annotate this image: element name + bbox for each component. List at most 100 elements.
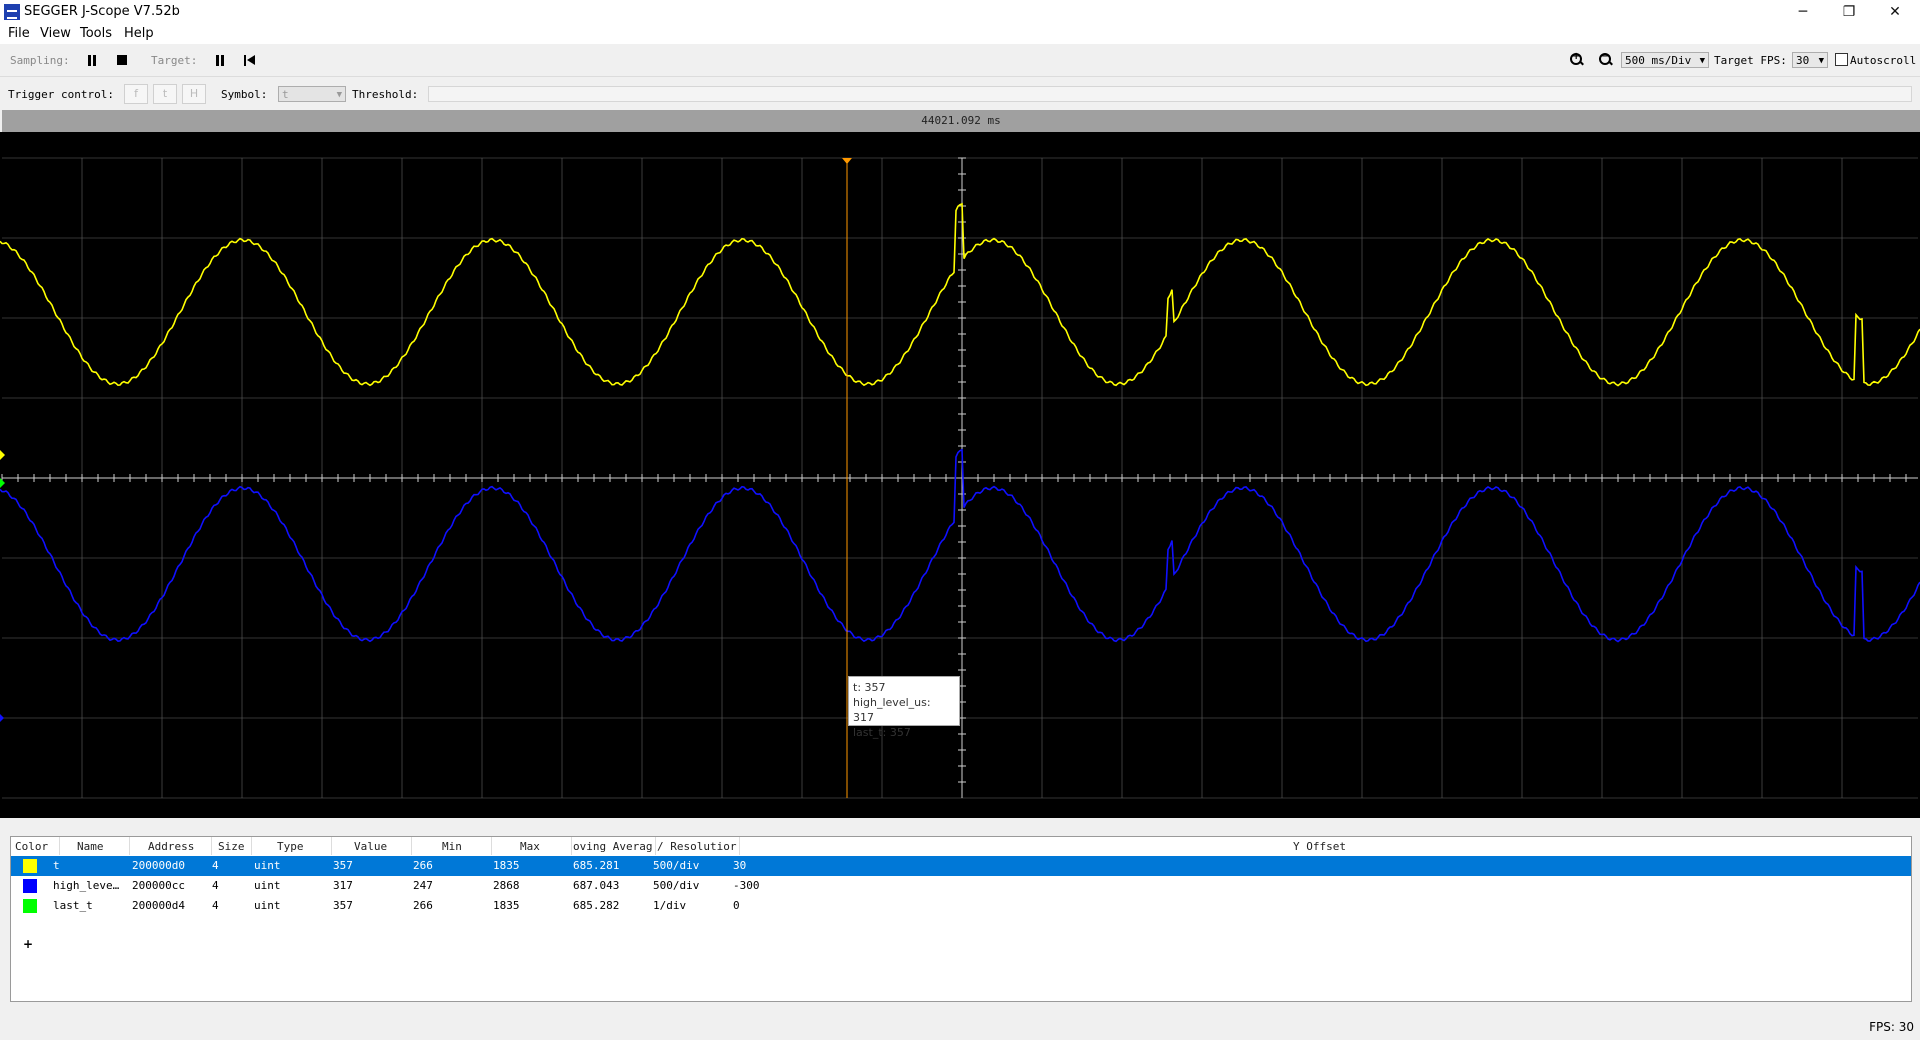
chevron-down-icon: ▼ (1818, 56, 1824, 66)
target-fps-value: 30 (1796, 54, 1810, 67)
target-pause-icon[interactable] (215, 55, 225, 66)
sampling-label: Sampling: (10, 54, 70, 67)
cell-size: 4 (212, 899, 219, 912)
cell-min: 266 (413, 899, 433, 912)
cell-y-offset[interactable]: 30 (733, 858, 746, 874)
sampling-toolbar: Sampling: Target: + − 500 ms/Div ▼ Target… (0, 44, 1920, 77)
value-tooltip: t: 357 high_level_us: 317 last_t: 357 (848, 676, 960, 739)
channel-table: Color Name Address Size Type Value Min M… (10, 836, 1912, 1002)
cell-type: uint (254, 879, 281, 892)
sampling-pause-icon[interactable] (87, 55, 97, 66)
chevron-down-icon: ▼ (1699, 56, 1705, 66)
cell-type: uint (254, 899, 281, 912)
target-reset-icon[interactable] (244, 55, 255, 66)
header-name[interactable]: Name (77, 839, 104, 855)
symbol-label: Symbol: (221, 88, 268, 101)
target-label: Target: (151, 54, 198, 67)
trigger-control-label: Trigger control: (8, 88, 114, 101)
header-min[interactable]: Min (442, 839, 462, 855)
tooltip-line-last-t: last_t: 357 (853, 726, 911, 739)
color-swatch[interactable] (23, 879, 37, 893)
table-row[interactable]: t 200000d0 4 uint 357 266 1835 685.281 5… (11, 856, 1911, 876)
header-size[interactable]: Size (218, 839, 245, 855)
trace-t (0, 202, 1920, 387)
threshold-label: Threshold: (352, 88, 419, 101)
cell-address: 200000d0 (132, 859, 185, 872)
trigger-falling-button[interactable]: t (153, 84, 177, 104)
scope-plot (0, 157, 1920, 799)
maximize-button[interactable]: ❐ (1826, 0, 1872, 24)
window-title: SEGGER J-Scope V7.52b (24, 4, 180, 19)
symbol-value: t (282, 88, 289, 101)
cell-max: 1835 (493, 859, 520, 872)
autoscroll-label: Autoscroll (1850, 54, 1917, 67)
cell-max: 2868 (493, 879, 520, 892)
trace-high-level-us (0, 448, 1920, 643)
cell-address: 200000d4 (132, 899, 185, 912)
cell-value: 317 (333, 879, 353, 892)
header-max[interactable]: Max (520, 839, 540, 855)
header-address[interactable]: Address (148, 839, 194, 855)
cell-y-offset[interactable]: -300 (733, 878, 760, 894)
fps-status: FPS: 30 (1869, 1020, 1914, 1034)
menu-file[interactable]: File (8, 26, 30, 41)
yellow-channel-marker-icon (0, 450, 5, 460)
color-swatch[interactable] (23, 859, 37, 873)
tooltip-line-t: t: 357 (853, 681, 886, 694)
target-fps-select[interactable]: 30 ▼ (1792, 52, 1828, 68)
zoom-in-icon[interactable]: + (1570, 51, 1582, 65)
time-readout: 44021.092 ms (921, 114, 1001, 127)
time-readout-bar: 44021.092 ms (2, 110, 1920, 132)
cell-type: uint (254, 859, 281, 872)
cell-size: 4 (212, 879, 219, 892)
cursor-marker-icon (842, 158, 852, 164)
chevron-down-icon: ▼ (336, 90, 342, 100)
header-value[interactable]: Value (354, 839, 387, 855)
cell-min: 266 (413, 859, 433, 872)
autoscroll-checkbox[interactable] (1835, 53, 1848, 66)
tooltip-line-high-level: high_level_us: 317 (853, 696, 931, 724)
cell-average: 687.043 (573, 879, 620, 892)
scope-center-axes (1, 157, 1918, 798)
cell-average: 685.282 (573, 899, 620, 912)
cell-y-offset[interactable]: 0 (733, 898, 740, 914)
color-swatch[interactable] (23, 899, 37, 913)
cell-resolution: 500/div (653, 859, 700, 872)
symbol-select[interactable]: t ▼ (278, 86, 346, 102)
table-row[interactable]: last_t 200000d4 4 uint 357 266 1835 685.… (11, 896, 1911, 916)
cell-value: 357 (333, 859, 353, 872)
menu-bar: File View Tools Help (0, 24, 1920, 44)
target-fps-label: Target FPS: (1714, 54, 1787, 67)
cell-address: 200000cc (132, 879, 185, 892)
threshold-input[interactable] (428, 86, 1912, 102)
minimize-button[interactable]: ─ (1780, 0, 1826, 24)
menu-tools[interactable]: Tools (80, 26, 112, 41)
time-per-div-select[interactable]: 500 ms/Div ▼ (1621, 52, 1709, 68)
menu-help[interactable]: Help (124, 26, 154, 41)
cell-max: 1835 (493, 899, 520, 912)
trigger-both-button[interactable]: H (182, 84, 206, 104)
blue-channel-marker-icon (0, 714, 4, 722)
cell-min: 247 (413, 879, 433, 892)
app-logo-icon (4, 4, 20, 20)
header-type[interactable]: Type (277, 839, 304, 855)
cell-average: 685.281 (573, 859, 620, 872)
zoom-out-icon[interactable]: − (1599, 51, 1611, 65)
cell-size: 4 (212, 859, 219, 872)
close-button[interactable]: ✕ (1872, 0, 1918, 24)
add-channel-button[interactable]: + (23, 937, 33, 951)
header-resolution[interactable]: / Resolutior (657, 839, 739, 855)
header-color[interactable]: Color (15, 839, 48, 855)
cell-resolution: 1/div (653, 899, 687, 912)
sampling-stop-icon[interactable] (117, 55, 127, 65)
table-row[interactable]: high_leve… 200000cc 4 uint 317 247 2868 … (11, 876, 1911, 896)
header-moving-average[interactable]: oving Averag (573, 839, 655, 855)
header-y-offset[interactable]: Y Offset (1293, 839, 1346, 855)
trigger-rising-button[interactable]: f (124, 84, 148, 104)
menu-view[interactable]: View (40, 26, 71, 41)
cell-name: t (53, 859, 60, 872)
trigger-toolbar: Trigger control: f t H Symbol: t ▼ Thresh… (0, 78, 1920, 110)
cell-resolution: 500/div (653, 879, 700, 892)
time-per-div-value: 500 ms/Div (1625, 54, 1692, 67)
scope-display[interactable] (0, 132, 1920, 818)
